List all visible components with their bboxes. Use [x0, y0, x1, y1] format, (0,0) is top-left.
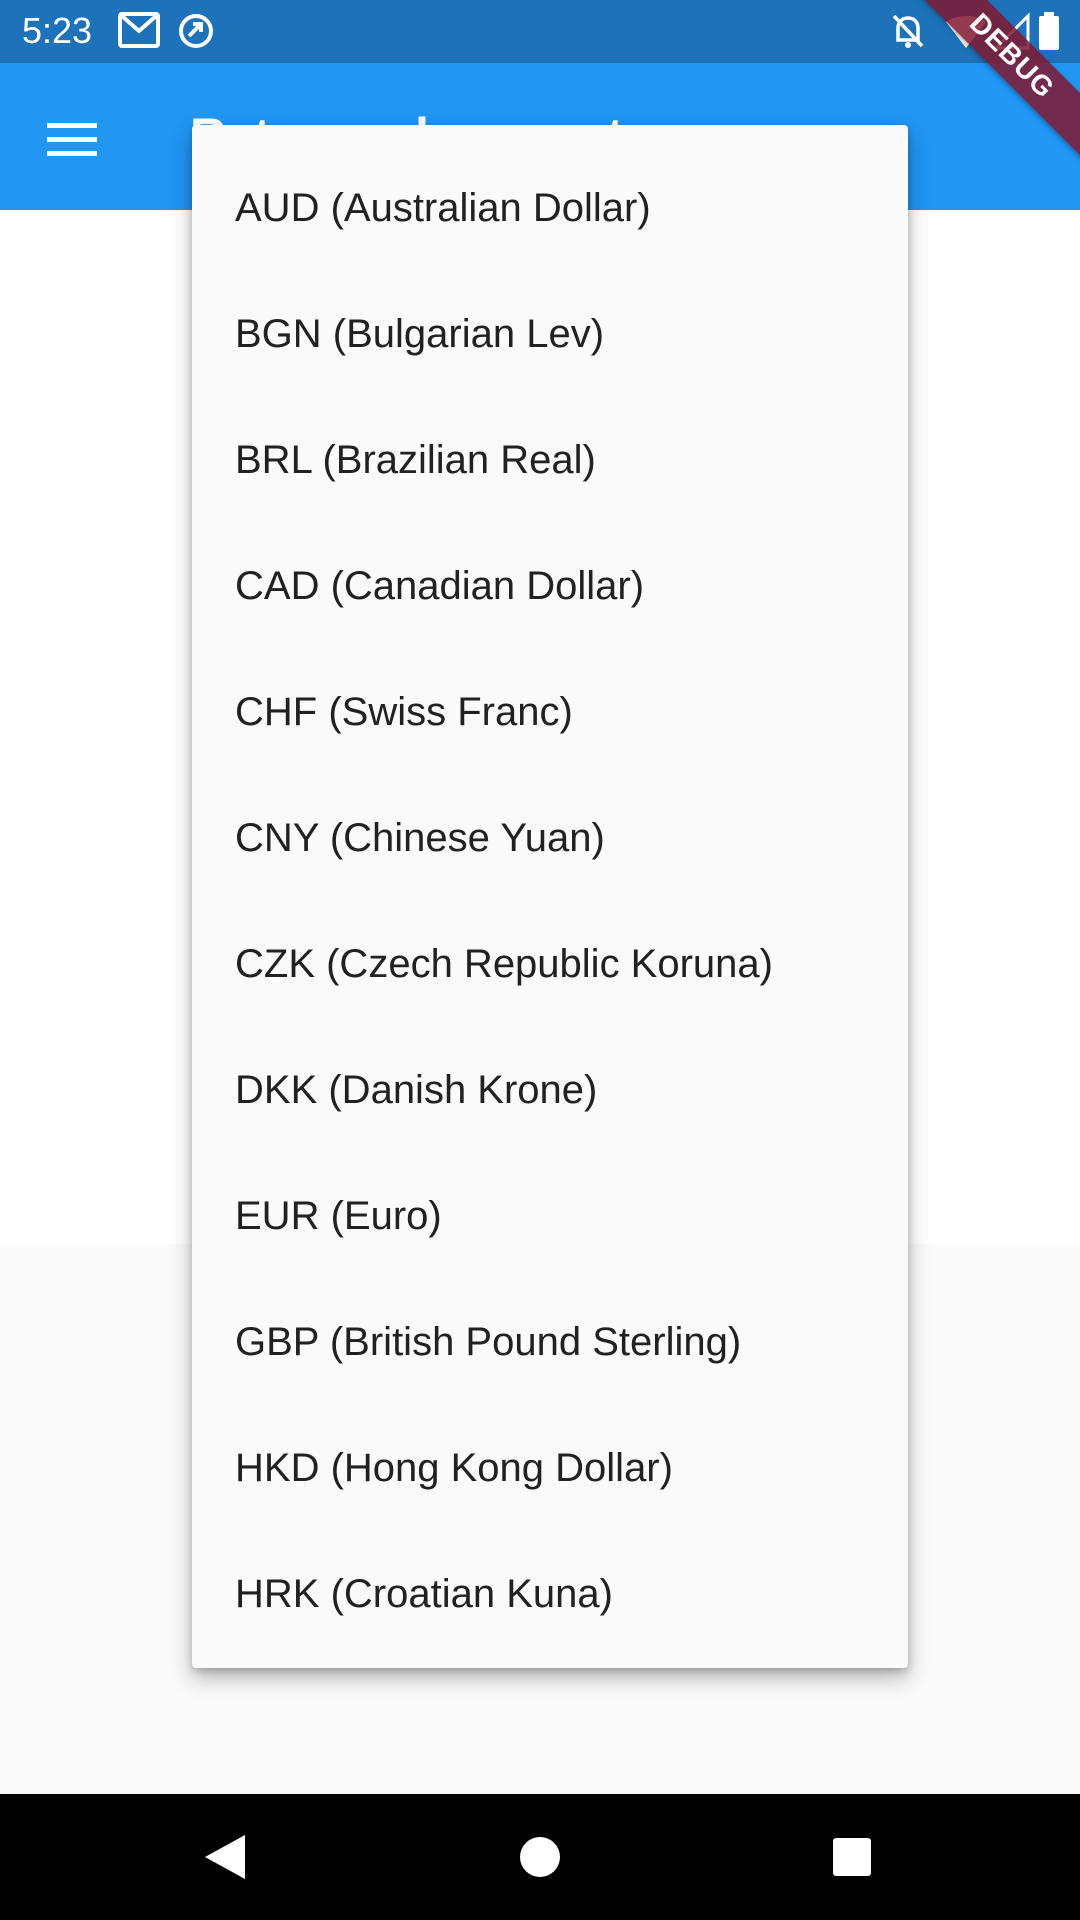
notifications-off-icon [892, 14, 924, 48]
back-icon [205, 1835, 245, 1879]
menu-icon [47, 123, 97, 156]
currency-option-dkk[interactable]: DKK (Danish Krone) [192, 1027, 908, 1153]
currency-option-brl[interactable]: BRL (Brazilian Real) [192, 397, 908, 523]
currency-dropdown-menu: AUD (Australian Dollar) BGN (Bulgarian L… [192, 125, 908, 1668]
currency-option-aud[interactable]: AUD (Australian Dollar) [192, 145, 908, 271]
gmail-icon [118, 12, 160, 48]
currency-option-bgn[interactable]: BGN (Bulgarian Lev) [192, 271, 908, 397]
currency-option-cad[interactable]: CAD (Canadian Dollar) [192, 523, 908, 649]
status-time: 5:23 [22, 10, 93, 51]
home-icon [520, 1837, 560, 1877]
currency-option-cny[interactable]: CNY (Chinese Yuan) [192, 775, 908, 901]
currency-option-gbp[interactable]: GBP (British Pound Sterling) [192, 1279, 908, 1405]
recents-icon [833, 1838, 871, 1876]
menu-button[interactable] [36, 103, 108, 175]
back-button[interactable] [195, 1827, 255, 1887]
screen: 5:23 AUD (Australian Dollar) BGN (Bulgar… [0, 0, 1080, 1920]
status-bar: 5:23 [0, 0, 1080, 63]
recents-button[interactable] [822, 1827, 882, 1887]
currency-option-hrk[interactable]: HRK (Croatian Kuna) [192, 1531, 908, 1657]
home-button[interactable] [510, 1827, 570, 1887]
navigation-bar [0, 1794, 1080, 1920]
sync-icon [179, 14, 213, 48]
currency-option-czk[interactable]: CZK (Czech Republic Koruna) [192, 901, 908, 1027]
currency-option-chf[interactable]: CHF (Swiss Franc) [192, 649, 908, 775]
currency-option-eur[interactable]: EUR (Euro) [192, 1153, 908, 1279]
currency-option-hkd[interactable]: HKD (Hong Kong Dollar) [192, 1405, 908, 1531]
battery-icon [1039, 12, 1059, 50]
